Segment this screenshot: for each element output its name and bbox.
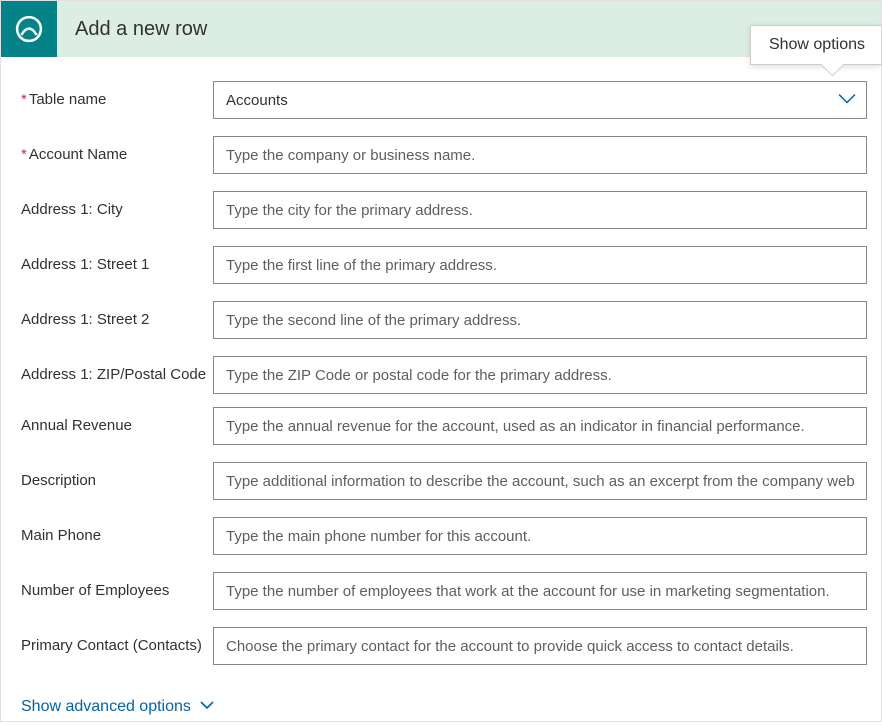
city-input[interactable] [213,191,867,229]
label-street2: Address 1: Street 2 [21,301,213,330]
employees-input[interactable] [213,572,867,610]
label-phone: Main Phone [21,517,213,546]
row-phone: Main Phone [21,517,867,557]
row-revenue: Annual Revenue [21,407,867,447]
chevron-down-icon [199,698,215,716]
row-city: Address 1: City [21,191,867,231]
row-table-name: *Table name [21,81,867,121]
row-account-name: *Account Name [21,136,867,176]
label-contact: Primary Contact (Contacts) [21,627,213,656]
show-advanced-options-label: Show advanced options [21,698,191,716]
revenue-input[interactable] [213,407,867,445]
description-input[interactable] [213,462,867,500]
label-employees: Number of Employees [21,572,213,601]
card-header: Add a new row Show options [1,1,881,57]
label-description: Description [21,462,213,491]
account-name-input[interactable] [213,136,867,174]
show-options-label: Show options [769,36,865,53]
phone-input[interactable] [213,517,867,555]
contact-input[interactable] [213,627,867,665]
street1-input[interactable] [213,246,867,284]
table-name-select[interactable] [213,81,867,119]
label-city: Address 1: City [21,191,213,220]
zip-input[interactable] [213,356,867,394]
street2-input[interactable] [213,301,867,339]
form-area: *Table name *Account Name Address 1: Cit… [1,57,881,726]
show-options-button[interactable]: Show options [750,25,881,65]
label-street1: Address 1: Street 1 [21,246,213,275]
row-zip: Address 1: ZIP/Postal Code [21,356,867,396]
label-account-name: *Account Name [21,136,213,165]
label-zip: Address 1: ZIP/Postal Code [21,356,213,385]
label-revenue: Annual Revenue [21,407,213,436]
show-advanced-options-button[interactable]: Show advanced options [21,698,215,716]
row-employees: Number of Employees [21,572,867,612]
row-contact: Primary Contact (Contacts) [21,627,867,667]
dataverse-icon [1,1,57,57]
row-street1: Address 1: Street 1 [21,246,867,286]
label-table-name: *Table name [21,81,213,110]
row-street2: Address 1: Street 2 [21,301,867,341]
row-description: Description [21,462,867,502]
card-title: Add a new row [75,18,207,41]
